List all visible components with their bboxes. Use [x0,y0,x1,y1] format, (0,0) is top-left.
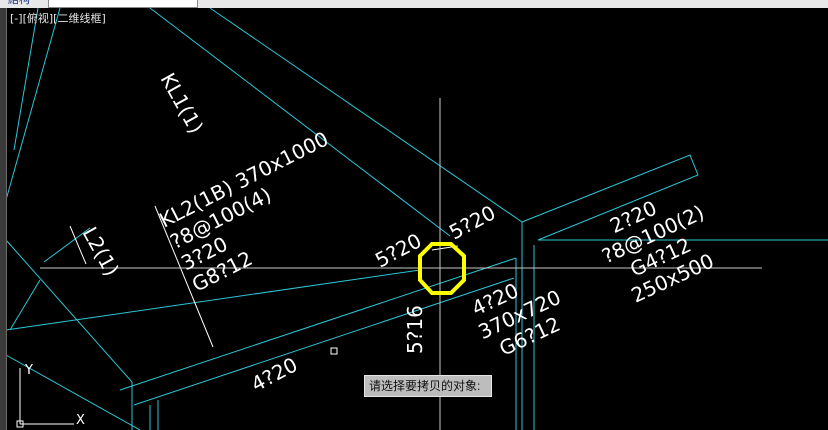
pick-box [330,347,338,355]
rebar-label-top-left: 5?20 [371,228,425,272]
rebar-label-vertical: 5?16 [403,305,427,354]
beam-spec-center: 4?20 370x720 G6?12 [468,278,565,360]
rebar-label-top-right: 5?20 [445,200,499,244]
leader-lines [69,205,459,348]
beam-spec-kl2: KL2(1B) 370x1000 ?8@100(4) 3?20 G8?12 [155,126,332,296]
drawing-canvas[interactable]: KL1(1) L2(1) KL2(1B) 370x1000 ?8@100(4) … [0,0,828,430]
beam-edge [9,279,41,331]
beam-label-kl1: KL1(1) [156,69,209,138]
beam-label-l2: L2(1) [78,223,124,280]
ucs-x-label: X [76,413,85,428]
visual-style-button[interactable]: [二维线框] [53,12,106,25]
command-prompt-tooltip: 请选择要拷贝的对象: [364,375,492,397]
left-scroll-edge [0,8,7,430]
view-direction-button[interactable]: [俯视] [23,12,54,25]
ucs-icon: Y X [16,363,85,428]
tab-structure[interactable]: 結构 [4,0,34,6]
beam-edge [119,257,517,391]
rebar-label-bottom: 4?20 [247,352,301,396]
command-prompt-text: 请选择要拷贝的对象: [369,379,481,393]
beam-spec-right: 2?20 ?8@100(2) G4?12 250x500 [598,196,717,308]
tab-dropdown[interactable] [48,0,198,8]
ucs-y-label: Y [24,363,33,378]
viewport-controls: [-][俯视][二维线框] [10,12,106,26]
ribbon-tab-strip: 結构 [0,0,828,8]
viewport-menu-button[interactable]: [-] [10,12,23,25]
